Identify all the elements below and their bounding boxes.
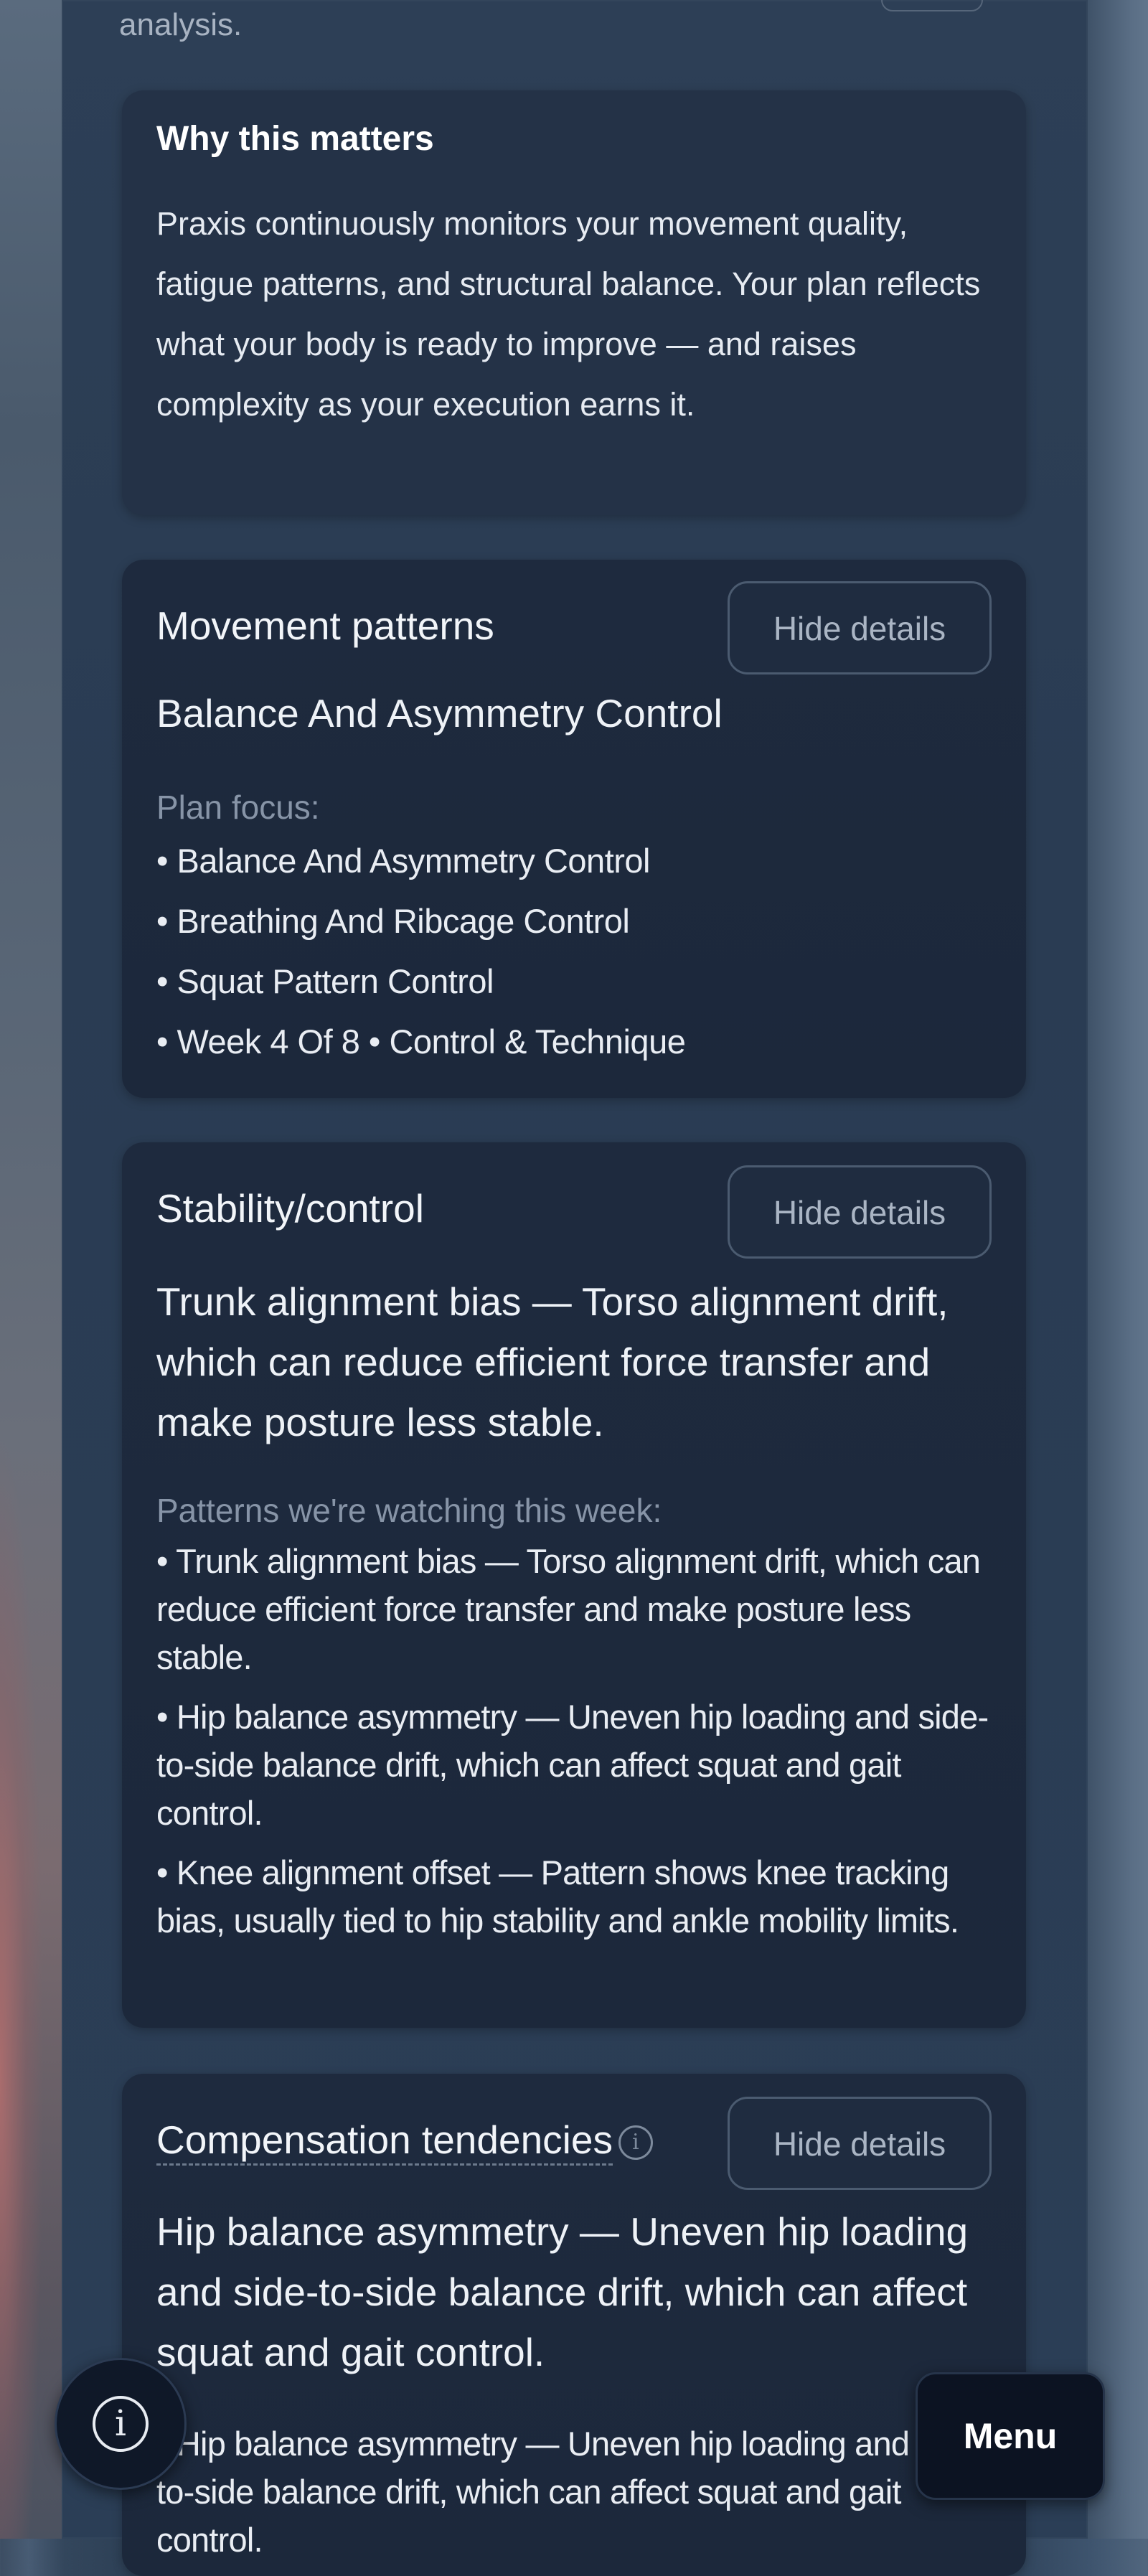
info-fab-button[interactable]: i xyxy=(55,2358,187,2490)
list-item: • Balance And Asymmetry Control xyxy=(156,842,651,880)
compensation-tendencies-card: Compensation tendencies i Hide details Hi… xyxy=(122,2074,1026,2576)
stability-header: Stability/control Hide details xyxy=(156,1142,992,1271)
stability-title: Stability/control xyxy=(156,1186,424,1231)
previous-section-text: analysis. xyxy=(119,7,243,42)
why-this-matters-card: Why this matters Praxis continuously mon… xyxy=(122,90,1026,515)
movement-focus-list: • Balance And Asymmetry Control • Breath… xyxy=(156,831,996,1072)
menu-button[interactable]: Menu xyxy=(916,2372,1105,2500)
stability-watching-label: Patterns we're watching this week: xyxy=(156,1492,662,1529)
stability-summary: Trunk alignment bias — Torso alignment d… xyxy=(156,1279,949,1444)
stability-pattern-list: • Trunk alignment bias — Torso alignment… xyxy=(156,1537,996,1956)
stability-hide-details-button[interactable]: Hide details xyxy=(728,1165,992,1259)
background-left-edge xyxy=(0,0,62,2539)
compensation-title: Compensation tendencies i xyxy=(156,2117,653,2166)
movement-title: Movement patterns xyxy=(156,603,494,648)
movement-patterns-card: Movement patterns Hide details Balance A… xyxy=(122,560,1026,1098)
list-item: • Trunk alignment bias — Torso alignment… xyxy=(156,1542,981,1676)
compensation-header: Compensation tendencies i Hide details xyxy=(156,2074,992,2203)
list-item: • Breathing And Ribcage Control xyxy=(156,902,630,940)
why-title: Why this matters xyxy=(156,120,434,158)
info-icon: i xyxy=(93,2396,149,2452)
compensation-hide-details-button[interactable]: Hide details xyxy=(728,2097,992,2190)
movement-hide-details-button[interactable]: Hide details xyxy=(728,581,992,674)
movement-header: Movement patterns Hide details xyxy=(156,560,992,689)
list-item: • Hip balance asymmetry — Uneven hip loa… xyxy=(156,1698,989,1832)
compensation-pattern-list: • Hip balance asymmetry — Uneven hip loa… xyxy=(156,2420,996,2575)
movement-summary: Balance And Asymmetry Control xyxy=(156,691,723,735)
partial-button-top[interactable] xyxy=(881,0,983,11)
compensation-title-text[interactable]: Compensation tendencies xyxy=(156,2117,613,2166)
list-item: • Hip balance asymmetry — Uneven hip loa… xyxy=(156,2425,989,2559)
info-icon[interactable]: i xyxy=(618,2125,653,2161)
why-body: Praxis continuously monitors your moveme… xyxy=(156,205,981,423)
stability-control-card: Stability/control Hide details Trunk ali… xyxy=(122,1142,1026,2028)
list-item: • Knee alignment offset — Pattern shows … xyxy=(156,1853,959,1940)
list-item: • Week 4 Of 8 • Control & Technique xyxy=(156,1023,686,1061)
background-right-edge xyxy=(1088,0,1148,2539)
compensation-summary: Hip balance asymmetry — Uneven hip loadi… xyxy=(156,2209,969,2374)
list-item: • Squat Pattern Control xyxy=(156,962,494,1000)
movement-plan-focus-label: Plan focus: xyxy=(156,789,320,826)
